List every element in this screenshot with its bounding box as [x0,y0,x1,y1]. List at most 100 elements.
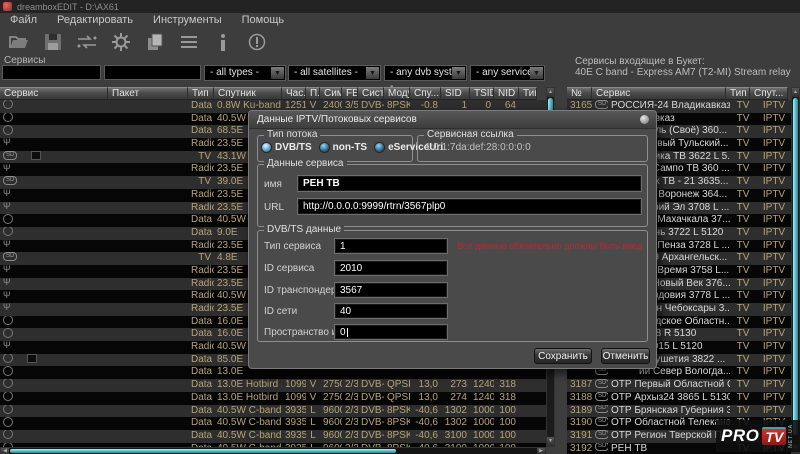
dvb-system-filter-dropdown[interactable]: - any dvb system - ▼ [384,65,467,81]
service-id-label: ID сервиса [264,263,314,274]
globe-icon [3,417,13,426]
chevron-down-icon[interactable]: ▼ [452,67,465,79]
settings-icon[interactable] [110,31,132,53]
save-button[interactable]: Сохранить [534,348,592,364]
network-id-field[interactable]: 40 [335,304,447,318]
radio-nonts[interactable]: non-TS [320,142,367,153]
text-cursor [347,328,348,337]
data-cell: Radio [188,278,214,291]
menu-help[interactable]: Помощь [232,13,295,28]
data-cell: Data [188,405,214,418]
table-row[interactable]: Data40.5W C-band ...3935,...L96002/3DVB-… [0,405,546,418]
copy-icon[interactable] [144,31,166,53]
service-filter-input[interactable] [2,65,101,80]
type-filter-dropdown[interactable]: - all types - ▼ [204,65,286,81]
ftp-transfer-icon[interactable] [76,31,98,53]
scroll-up-icon[interactable]: ▲ [547,88,554,97]
service-system-cell: IPTV [756,265,792,278]
column-header[interactable]: Моду... [384,87,410,100]
column-header[interactable]: Спут... [750,87,788,100]
menu-file[interactable]: Файл [0,13,47,28]
column-header[interactable]: Тип [726,87,750,100]
sd-icon: SD [595,430,608,439]
column-header[interactable]: Спу... [410,87,441,100]
table-row[interactable]: Data13.0E Hotbird ...1099...V275002/3DVB… [0,392,546,405]
data-cell [108,113,188,126]
data-cell: Radio [188,240,214,253]
data-cell: QPSK [384,392,410,405]
column-header[interactable]: П... [306,87,320,100]
cancel-button[interactable]: Отменить [601,348,650,364]
bouquet-row[interactable]: 3187SDОТР Первый Областной Ор...TVIPTV [567,379,792,392]
name-field[interactable]: РЕН ТВ [298,176,641,191]
column-header[interactable]: Сервис [592,87,726,100]
column-header[interactable]: Спутник [214,87,282,100]
radio-icon [320,143,329,152]
scroll-up-icon[interactable]: ▲ [792,88,799,97]
menu-tools[interactable]: Инструменты [143,13,232,28]
radio-dvbts[interactable]: DVB/TS [262,142,312,153]
data-cell: 9600 [320,405,342,418]
transponder-id-field[interactable]: 3567 [335,283,447,297]
column-header[interactable]: FEC [342,87,358,100]
bouquet-row[interactable]: 3189SDОТР Брянская Губерния 387...TVIPTV [567,405,792,418]
service-type-cell: TV [730,252,756,265]
close-icon[interactable] [640,115,649,124]
column-header[interactable]: Тип [519,87,537,100]
satellite-filter-dropdown[interactable]: - all satellites - ▼ [288,65,381,81]
info-icon[interactable] [212,31,234,53]
data-cell [108,354,188,367]
chevron-down-icon[interactable]: ▼ [366,67,379,79]
service-type-field[interactable]: 1 [335,239,447,253]
chevron-down-icon[interactable]: ▼ [271,67,284,79]
globe-icon [3,316,13,325]
sd-icon: SD [595,379,608,388]
column-header[interactable]: Пакет [108,87,188,100]
chevron-down-icon[interactable]: ▼ [530,67,543,79]
namespace-field[interactable]: 0 [335,325,447,339]
column-header[interactable]: Сист... [358,87,384,100]
tv-sd-icon: SD [3,176,17,185]
url-field[interactable]: http://0.0.0.0:9999/rtrn/3567plp0 [298,199,641,214]
data-cell [108,303,188,316]
stream-type-label: Тип потока [264,129,320,140]
scroll-right-icon[interactable]: ▶ [537,448,545,454]
data-cell: Radio [188,138,214,151]
service-icon-cell: SD [592,379,608,392]
right-vscroll-thumb[interactable] [793,98,798,435]
service-id-field[interactable]: 2010 [335,261,447,275]
dvbts-data-group: DVB/TS данные Тип сервиса 1 Все данные о… [257,230,648,342]
service-cell [0,214,108,227]
about-icon[interactable] [246,31,268,53]
list-icon[interactable] [178,31,200,53]
column-header[interactable]: NID [494,87,519,100]
save-icon[interactable] [42,31,64,53]
radio-antenna-icon: Ψ [3,163,11,172]
column-header[interactable]: TSID [470,87,494,100]
service-type-filter-dropdown[interactable]: - any service - ▼ [470,65,545,81]
column-header[interactable]: Час... [282,87,306,100]
bouquet-row[interactable]: 3188SDОТР Архыз24 3865 L 5130TVIPTV [567,392,792,405]
left-hscroll-thumb[interactable] [10,449,396,453]
radio-antenna-icon: Ψ [3,138,11,147]
data-cell [108,430,188,443]
menu-edit[interactable]: Редактировать [47,13,143,28]
column-header[interactable]: SID [441,87,470,100]
open-icon[interactable] [8,31,30,53]
column-header[interactable]: Тип [188,87,214,100]
column-header[interactable]: № [567,87,592,100]
column-header[interactable]: Сим... [320,87,342,100]
scroll-down-icon[interactable]: ▼ [547,437,554,446]
table-row[interactable]: Data13.0E Hotbird ...1099...V275002/3DVB… [0,379,546,392]
left-table-hscrollbar[interactable]: ◀ ▶ [0,447,546,454]
table-row[interactable]: Data40.5W C-band ...3935,...L96002/3DVB-… [0,417,546,430]
data-cell [108,138,188,151]
table-row[interactable]: Data40.5W C-band ...3935,...L96002/3DVB-… [0,430,546,443]
right-table-vscrollbar[interactable]: ▲ ▼ [791,87,800,454]
data-cell: Data [188,328,214,341]
globe-icon [3,366,13,375]
column-header[interactable]: Сервис [0,87,108,100]
service-system-cell: IPTV [756,113,792,126]
scroll-left-icon[interactable]: ◀ [1,448,9,454]
package-filter-input[interactable] [104,65,201,80]
